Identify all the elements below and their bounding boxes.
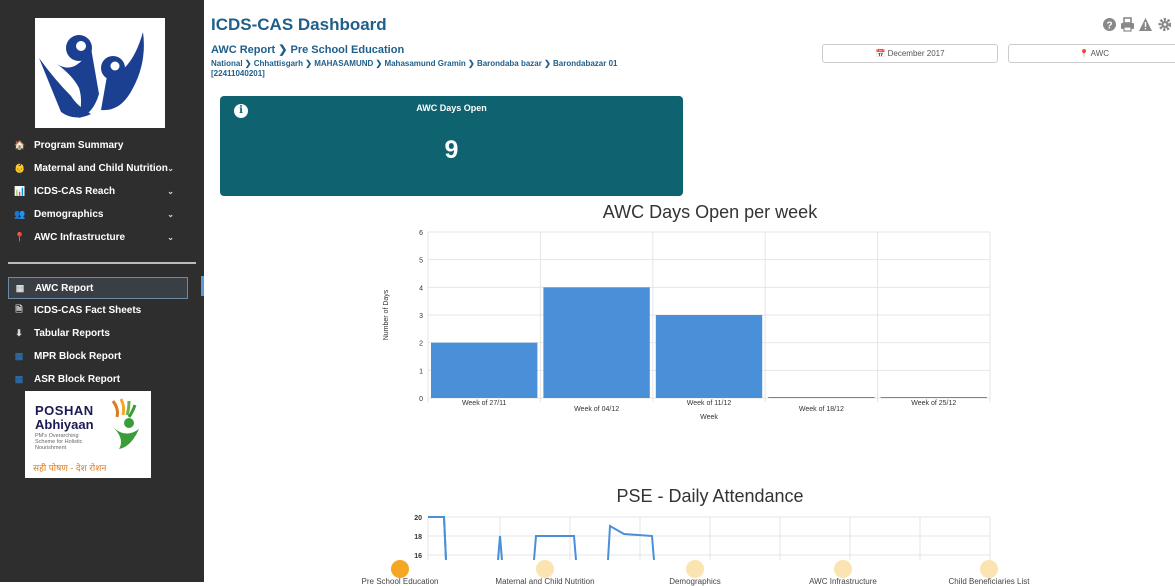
line-chart-grid <box>427 516 991 560</box>
bottom-nav-child-beneficiaries-list[interactable]: Child Beneficiaries List <box>914 558 1064 586</box>
poshan-hindi-slogan: सही पोषण - देश रोशन <box>33 463 107 473</box>
bottom-nav-demographics[interactable]: Demographics <box>620 558 770 586</box>
x-tick-label: Week of 18/12 <box>799 406 844 413</box>
awc-days-open-per-week-chart: 0 1 2 3 4 5 6 Week of 27/11 Week of 04/12 Week of… <box>383 230 991 421</box>
section-dot-icon <box>391 560 409 578</box>
location-filter-button[interactable]: 📍 AWC <box>1008 44 1175 63</box>
section-dot-icon <box>834 560 852 578</box>
table-icon: ▦ <box>14 350 24 361</box>
map-marker-icon: 📍 <box>14 231 26 242</box>
poshan-title: POSHAN <box>35 403 94 418</box>
sidebar-item-label: Tabular Reports <box>34 327 110 339</box>
kpi-value: 9 <box>444 136 459 164</box>
bottom-nav-maternal-child-nutrition[interactable]: Maternal and Child Nutrition <box>470 558 620 586</box>
bottom-nav-pre-school-education[interactable]: Pre School Education <box>325 558 475 586</box>
y-tick-label: 4 <box>419 285 423 292</box>
child-icon: 👶 <box>14 162 26 173</box>
bar-week-of-18-12[interactable] <box>768 397 875 398</box>
warning-icon[interactable] <box>1138 16 1153 33</box>
sidebar-item-label: Demographics <box>34 208 104 220</box>
poshan-figure-icon <box>111 398 139 449</box>
sidebar-item-label: Maternal and Child Nutrition <box>34 162 168 174</box>
bottom-nav-awc-infrastructure[interactable]: AWC Infrastructure <box>768 558 918 586</box>
users-icon: 👥 <box>14 208 26 219</box>
sidebar-item-label: ASR Block Report <box>34 373 121 385</box>
sidebar-item-demographics[interactable]: 👥 Demographics ⌄ <box>0 204 204 224</box>
sidebar-item-awc-report[interactable]: ▦ AWC Report <box>8 277 188 299</box>
sidebar-item-tabular-reports[interactable]: ⬇ Tabular Reports <box>0 323 204 343</box>
sidebar-item-label: AWC Infrastructure <box>34 231 126 243</box>
sidebar-item-maternal-child-nutrition[interactable]: 👶 Maternal and Child Nutrition ⌄ <box>0 158 204 178</box>
x-tick-label: Week of 11/12 <box>687 400 732 407</box>
page-title: ICDS-CAS Dashboard <box>211 15 387 34</box>
print-icon[interactable] <box>1120 16 1135 33</box>
y-tick-label: 0 <box>419 396 423 403</box>
download-icon: ⬇ <box>15 327 23 338</box>
date-filter-button[interactable]: 📅 December 2017 <box>822 44 998 63</box>
table-icon: ▦ <box>15 282 25 293</box>
poshan-subtitle: Abhiyaan <box>35 417 94 432</box>
sidebar-item-label: Program Summary <box>34 139 124 151</box>
bar-week-of-27-11[interactable] <box>431 342 538 398</box>
y-tick-label: 18 <box>414 534 422 541</box>
bottom-section-nav: Pre School Education Maternal and Child … <box>204 558 1175 586</box>
bar-chart-title: AWC Days Open per week <box>602 202 818 222</box>
icds-logo[interactable] <box>35 18 165 128</box>
section-dot-icon <box>686 560 704 578</box>
x-axis-label: Week <box>700 414 718 421</box>
y-tick-label: 3 <box>419 313 423 320</box>
bar-week-of-11-12[interactable] <box>655 315 763 398</box>
sidebar-item-icds-cas-reach[interactable]: 📊 ICDS-CAS Reach ⌄ <box>0 181 204 201</box>
bar-chart-icon: 📊 <box>14 185 26 196</box>
y-axis-label: Number of Days <box>383 289 390 340</box>
sidebar-divider <box>8 262 196 264</box>
sidebar-item-label: MPR Block Report <box>34 350 122 362</box>
line-chart-title: PSE - Daily Attendance <box>616 486 804 506</box>
table-icon: ▦ <box>14 373 24 384</box>
report-title: AWC Report ❯ Pre School Education <box>211 44 405 56</box>
y-tick-label: 2 <box>419 341 423 348</box>
section-dot-icon <box>536 560 554 578</box>
sidebar-item-label: ICDS-CAS Reach <box>34 185 116 197</box>
chevron-down-icon[interactable]: ⌄ <box>167 164 174 173</box>
bar-week-of-25-12[interactable] <box>880 397 987 398</box>
svg-text:?: ? <box>1106 21 1112 32</box>
sidebar-item-fact-sheets[interactable]: 🗎 ICDS-CAS Fact Sheets <box>0 300 204 320</box>
file-icon: 🗎 <box>15 304 23 314</box>
sidebar-item-label: AWC Report <box>35 282 94 294</box>
y-tick-label: 5 <box>419 258 423 265</box>
sidebar: 🏠 Program Summary 👶 Maternal and Child N… <box>0 0 204 582</box>
poshan-abhiyaan-logo[interactable]: POSHAN Abhiyaan PM's Overarching Scheme … <box>25 391 151 478</box>
sidebar-item-program-summary[interactable]: 🏠 Program Summary <box>0 135 204 155</box>
sidebar-item-asr-block-report[interactable]: ▦ ASR Block Report <box>0 369 204 389</box>
header-toolbar: ? <box>1102 16 1172 33</box>
home-icon: 🏠 <box>14 139 26 150</box>
breadcrumb[interactable]: National ❯ Chhattisgarh ❯ MAHASAMUND ❯ M… <box>211 59 651 79</box>
chevron-down-icon[interactable]: ⌄ <box>167 187 174 196</box>
bar-week-of-04-12[interactable] <box>543 287 650 398</box>
y-tick-label: 6 <box>419 230 423 237</box>
x-tick-label: Week of 04/12 <box>574 406 619 413</box>
gear-icon[interactable] <box>1156 16 1172 33</box>
chevron-down-icon[interactable]: ⌄ <box>167 233 174 242</box>
chevron-down-icon[interactable]: ⌄ <box>167 210 174 219</box>
attendance-series-line <box>428 516 447 560</box>
kpi-card-awc-days-open: i AWC Days Open 9 <box>220 96 683 196</box>
sidebar-item-awc-infrastructure[interactable]: 📍 AWC Infrastructure ⌄ <box>0 227 204 247</box>
y-tick-label: 20 <box>414 515 422 522</box>
question-circle-icon[interactable]: ? <box>1102 16 1117 33</box>
x-tick-label: Week of 25/12 <box>911 400 956 407</box>
sidebar-item-mpr-block-report[interactable]: ▦ MPR Block Report <box>0 346 204 366</box>
x-tick-label: Week of 27/11 <box>462 400 507 407</box>
sidebar-item-label: ICDS-CAS Fact Sheets <box>34 304 142 316</box>
y-tick-label: 1 <box>419 368 423 375</box>
pse-daily-attendance-chart: 20 18 16 <box>414 515 991 560</box>
poshan-tagline: PM's Overarching Scheme for Holistic Nou… <box>35 433 83 451</box>
kpi-label: AWC Days Open <box>416 103 487 113</box>
active-indicator <box>201 276 204 296</box>
section-dot-icon <box>980 560 998 578</box>
